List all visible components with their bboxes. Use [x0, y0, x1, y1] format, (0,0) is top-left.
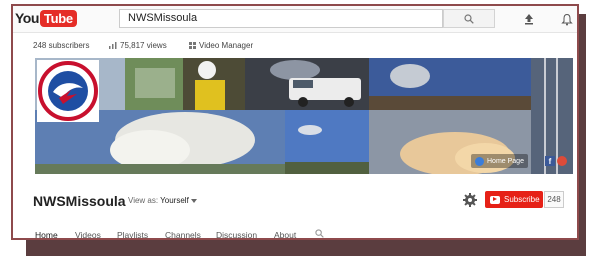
- play-icon: [490, 195, 500, 204]
- channel-settings-button[interactable]: [462, 192, 478, 208]
- video-manager-link[interactable]: Video Manager: [189, 41, 253, 50]
- bell-icon: [561, 13, 573, 25]
- search-input[interactable]: NWSMissoula: [119, 9, 443, 28]
- grid-icon: [189, 42, 196, 49]
- channel-search-icon[interactable]: [315, 229, 324, 238]
- view-as-selector[interactable]: View as: Yourself: [128, 196, 198, 205]
- channel-tabs: Home Videos Playlists Channels Discussio…: [13, 226, 577, 238]
- gear-icon: [463, 193, 477, 207]
- facebook-icon[interactable]: f: [545, 156, 555, 166]
- tab-about[interactable]: About: [274, 230, 296, 238]
- tab-discussion[interactable]: Discussion: [216, 230, 257, 238]
- tab-playlists[interactable]: Playlists: [117, 230, 148, 238]
- top-bar: You Tube NWSMissoula: [13, 6, 577, 33]
- tab-videos[interactable]: Videos: [75, 230, 101, 238]
- tab-channels[interactable]: Channels: [165, 230, 201, 238]
- subscribe-button[interactable]: Subscribe: [485, 191, 543, 208]
- upload-icon: [525, 14, 533, 25]
- notifications-button[interactable]: [559, 10, 575, 28]
- youtube-logo[interactable]: You Tube: [15, 9, 77, 27]
- channel-banner: Home Page f: [35, 58, 573, 174]
- screenshot-frame: You Tube NWSMissoula 248 subscribers 75,…: [11, 4, 579, 240]
- subscriber-count-badge: 248: [544, 191, 564, 208]
- home-page-label: Home Page: [487, 157, 524, 165]
- view-as-label: View as:: [128, 196, 159, 205]
- tab-home[interactable]: Home: [35, 230, 58, 238]
- subscribe-label: Subscribe: [504, 195, 540, 204]
- google-plus-icon[interactable]: [557, 156, 567, 166]
- search-button[interactable]: [443, 9, 495, 28]
- view-as-value: Yourself: [160, 196, 189, 205]
- channel-name: NWSMissoula: [33, 193, 126, 209]
- home-page-link[interactable]: Home Page: [471, 154, 528, 168]
- subscribers-stat: 248 subscribers: [33, 41, 89, 50]
- nws-logo: [37, 60, 99, 122]
- upload-button[interactable]: [521, 10, 537, 28]
- logo-you: You: [15, 10, 39, 26]
- globe-icon: [475, 156, 484, 166]
- chevron-down-icon: [191, 199, 198, 203]
- subscribers-count: 248 subscribers: [33, 41, 90, 50]
- bar-chart-icon: [109, 42, 117, 49]
- logo-tube: Tube: [39, 9, 77, 27]
- video-manager-label: Video Manager: [199, 41, 254, 50]
- views-count: 75,817 views: [120, 41, 167, 50]
- search-icon: [464, 13, 474, 24]
- views-stat: 75,817 views: [109, 41, 167, 50]
- channel-stats-bar: 248 subscribers 75,817 views Video Manag…: [13, 34, 577, 58]
